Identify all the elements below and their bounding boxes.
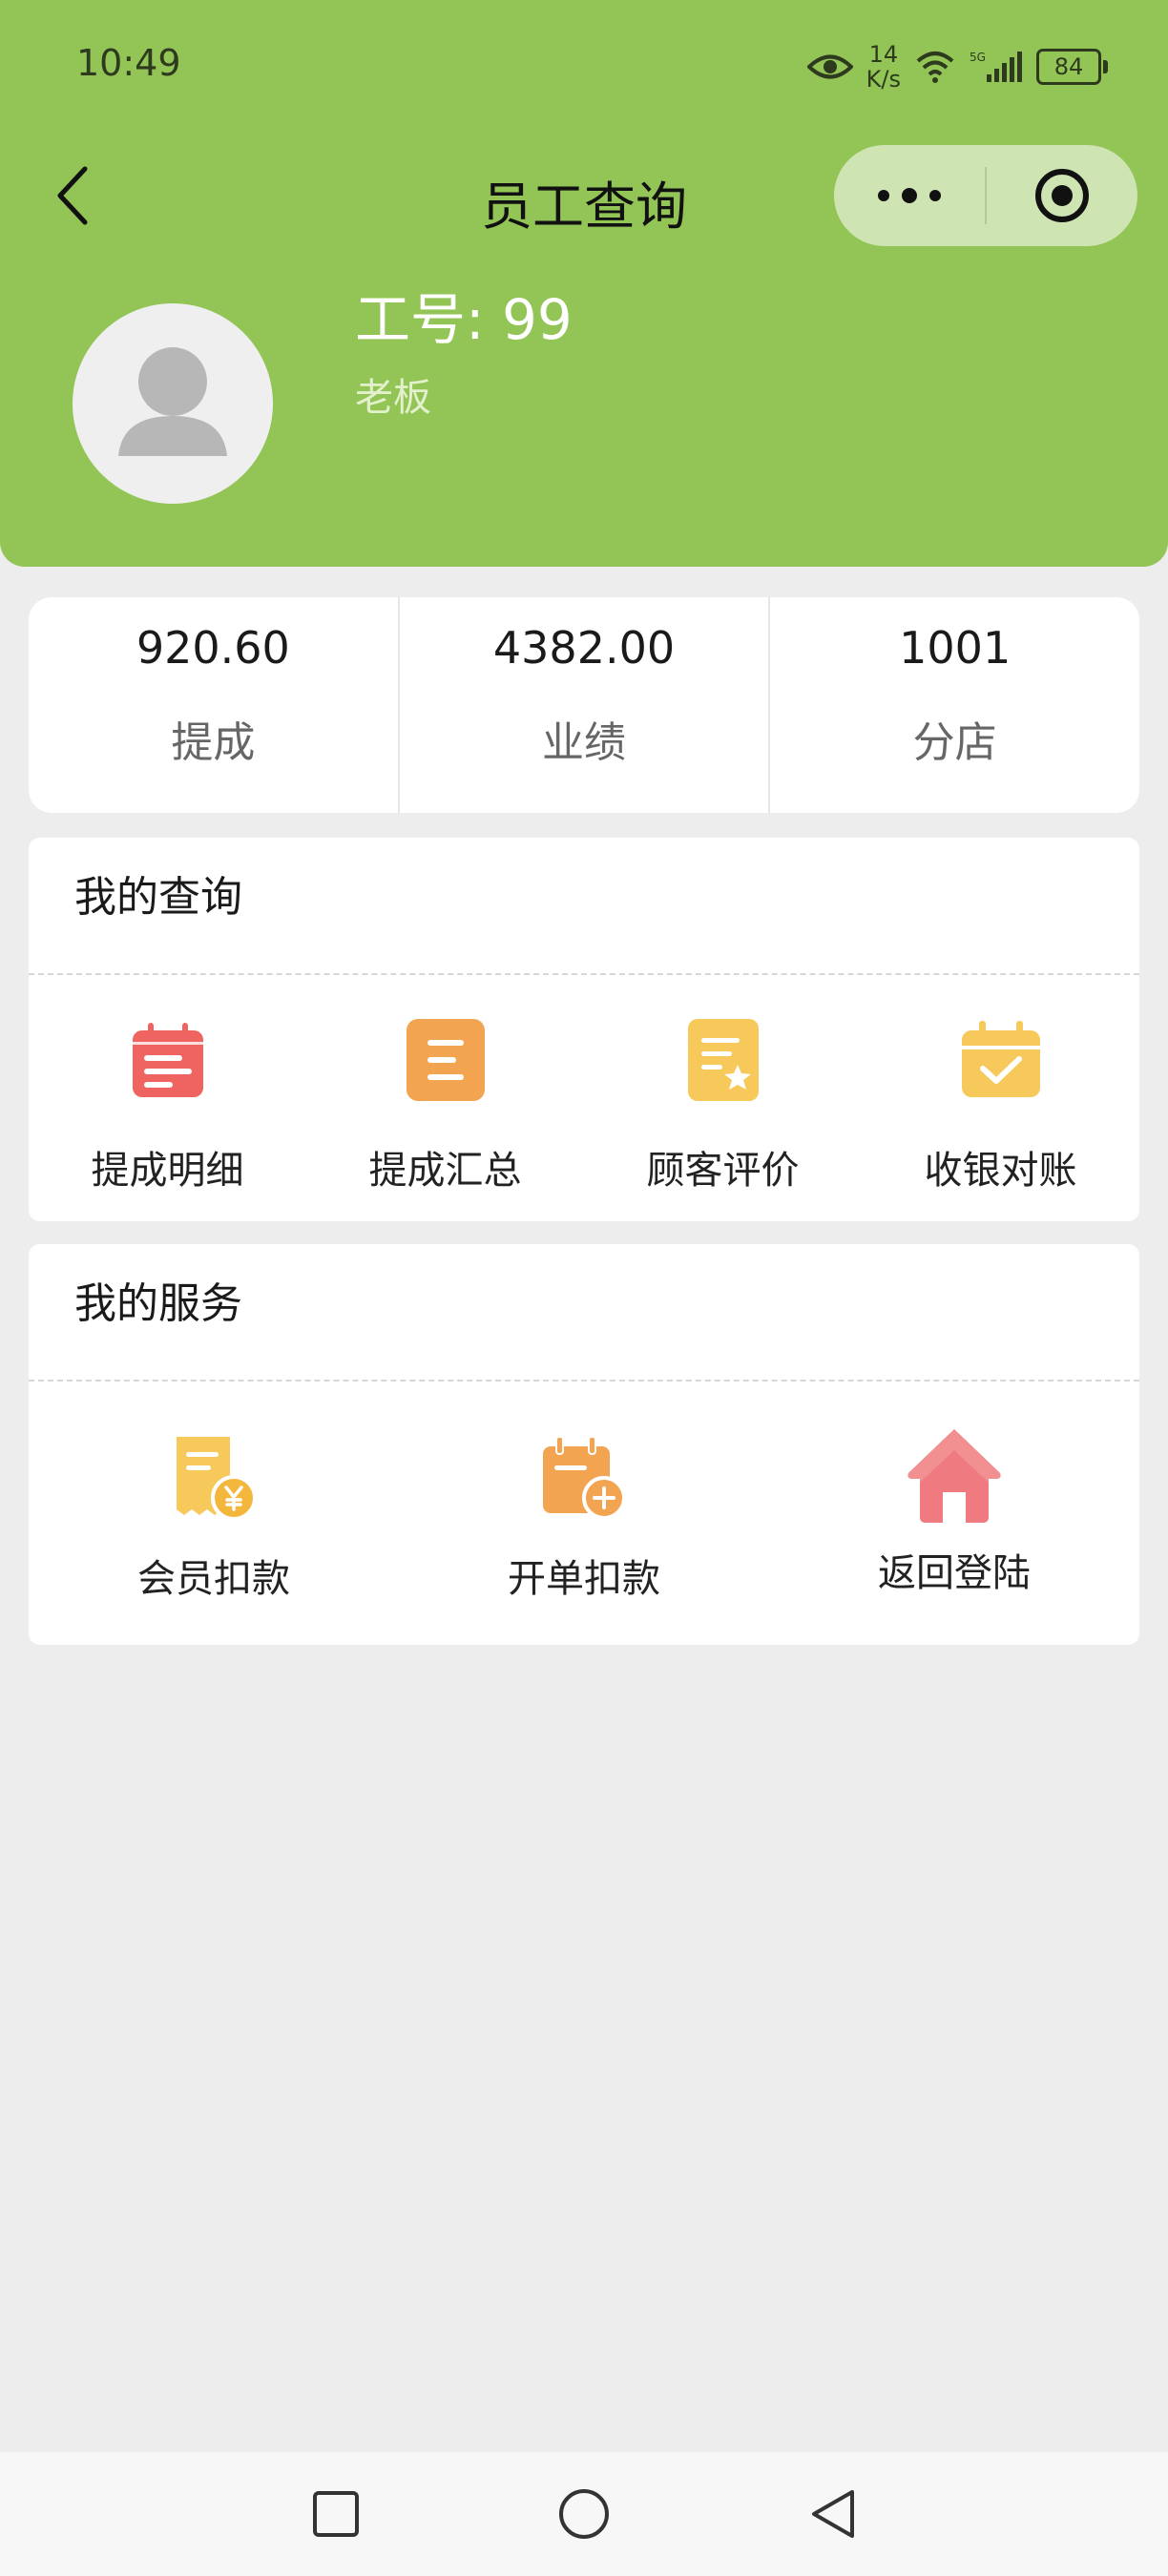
more-dots-icon bbox=[878, 188, 941, 203]
services-grid: 会员扣款 开单扣款 返回登陆 bbox=[29, 1429, 1139, 1603]
dashed-divider bbox=[29, 1380, 1139, 1381]
battery-indicator: 84 bbox=[1036, 49, 1108, 85]
my-services-card: 我的服务 会员扣款 开单扣款 返回登陆 bbox=[29, 1244, 1139, 1645]
stat-value: 920.60 bbox=[136, 622, 290, 674]
close-miniprogram-button[interactable] bbox=[987, 145, 1137, 246]
home-button[interactable] bbox=[553, 2483, 615, 2545]
grid-label: 返回登陆 bbox=[878, 1551, 1031, 1595]
dashed-divider bbox=[29, 973, 1139, 975]
employee-role: 老板 bbox=[355, 376, 431, 420]
net-speed-unit: K/s bbox=[866, 66, 901, 93]
stat-commission[interactable]: 920.60 提成 bbox=[29, 597, 398, 813]
service-member-deduction[interactable]: 会员扣款 bbox=[29, 1435, 399, 1603]
stat-label: 业绩 bbox=[542, 718, 626, 767]
receipt-yen-icon bbox=[177, 1437, 257, 1521]
stat-label: 分店 bbox=[912, 718, 997, 767]
query-commission-summary[interactable]: 提成汇总 bbox=[306, 1019, 584, 1195]
status-icons: 14 K/s 5G 84 bbox=[806, 38, 1108, 95]
my-queries-card: 我的查询 提成明细 提成汇总 顾客评价 收银对账 bbox=[29, 838, 1139, 1221]
system-navigation-bar bbox=[0, 2452, 1168, 2576]
signal-5g-icon: 5G bbox=[970, 51, 1022, 82]
home-icon bbox=[907, 1429, 1001, 1523]
document-list-icon bbox=[406, 1019, 485, 1101]
grid-label: 提成汇总 bbox=[368, 1149, 522, 1193]
employee-number: 工号: 99 bbox=[355, 287, 573, 352]
stat-label: 提成 bbox=[171, 718, 256, 767]
calendar-list-icon bbox=[132, 1023, 203, 1097]
status-bar: 10:49 14 K/s 5G 84 bbox=[0, 0, 1168, 134]
query-cashier-reconcile[interactable]: 收银对账 bbox=[862, 1019, 1139, 1195]
net-speed: 14 K/s bbox=[866, 42, 901, 92]
section-title: 我的服务 bbox=[74, 1279, 242, 1328]
profile-header: 10:49 14 K/s 5G 84 员工查询 工号: 99 老板 bbox=[0, 0, 1168, 567]
document-star-icon bbox=[687, 1019, 759, 1101]
query-commission-detail[interactable]: 提成明细 bbox=[29, 1019, 306, 1195]
calendar-check-icon bbox=[961, 1021, 1040, 1097]
calendar-plus-icon bbox=[543, 1436, 626, 1520]
eye-icon bbox=[806, 54, 853, 79]
service-order-deduction[interactable]: 开单扣款 bbox=[399, 1435, 769, 1603]
stat-performance[interactable]: 4382.00 业绩 bbox=[397, 597, 769, 813]
service-back-to-login[interactable]: 返回登陆 bbox=[769, 1429, 1139, 1603]
circle-icon bbox=[559, 2489, 609, 2539]
more-button[interactable] bbox=[834, 145, 985, 246]
grid-label: 顾客评价 bbox=[646, 1149, 800, 1193]
square-icon bbox=[313, 2491, 359, 2537]
miniprogram-capsule bbox=[834, 145, 1137, 246]
triangle-back-icon bbox=[812, 2490, 854, 2538]
section-title: 我的查询 bbox=[74, 873, 242, 922]
user-placeholder-icon bbox=[118, 347, 227, 456]
grid-label: 会员扣款 bbox=[137, 1557, 290, 1601]
stat-branch[interactable]: 1001 分店 bbox=[768, 597, 1139, 813]
target-close-icon bbox=[1035, 169, 1089, 222]
system-back-button[interactable] bbox=[802, 2483, 863, 2545]
grid-label: 提成明细 bbox=[91, 1149, 244, 1193]
stat-value: 4382.00 bbox=[492, 622, 676, 674]
grid-label: 开单扣款 bbox=[508, 1557, 660, 1601]
grid-label: 收银对账 bbox=[924, 1149, 1077, 1193]
query-customer-reviews[interactable]: 顾客评价 bbox=[584, 1019, 862, 1195]
navbar: 员工查询 bbox=[0, 143, 1168, 248]
net-speed-value: 14 bbox=[868, 41, 899, 68]
svg-text:5G: 5G bbox=[970, 51, 986, 64]
stats-card: 920.60 提成 4382.00 业绩 1001 分店 bbox=[29, 597, 1139, 813]
recent-apps-button[interactable] bbox=[305, 2483, 366, 2545]
wifi-icon bbox=[916, 52, 954, 83]
stat-value: 1001 bbox=[899, 622, 1012, 674]
queries-grid: 提成明细 提成汇总 顾客评价 收银对账 bbox=[29, 1019, 1139, 1195]
status-time: 10:49 bbox=[76, 42, 181, 84]
avatar bbox=[73, 303, 273, 504]
